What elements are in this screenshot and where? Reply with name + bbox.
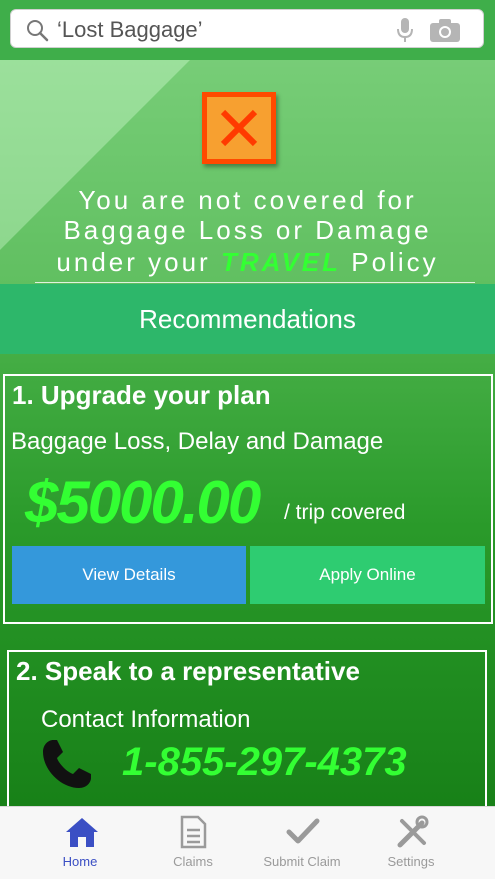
tab-home[interactable]: Home — [25, 807, 135, 879]
tab-claims[interactable]: Claims — [138, 807, 248, 879]
representative-card: 2. Speak to a representative Contact Inf… — [7, 650, 487, 810]
upgrade-plan-title: 1. Upgrade your plan — [12, 380, 271, 410]
tab-settings-label: Settings — [387, 854, 435, 869]
search-bar: ‘Lost Baggage’ — [0, 0, 495, 60]
tab-claims-label: Claims — [173, 854, 213, 869]
contact-information-label: Contact Information — [41, 706, 251, 733]
coverage-amount-suffix: / trip covered — [284, 501, 406, 524]
divider — [35, 282, 475, 283]
home-icon — [66, 818, 98, 847]
alert-line-2: Baggage Loss or Damage — [63, 215, 432, 245]
search-input[interactable]: ‘Lost Baggage’ — [10, 9, 484, 48]
checkmark-icon — [286, 818, 320, 844]
phone-number[interactable]: 1-855-297-4373 — [122, 740, 407, 785]
document-icon — [180, 815, 207, 849]
alert-line-3-prefix: under your — [56, 247, 221, 277]
tools-icon — [397, 815, 429, 848]
tab-submit-claim-label: Submit Claim — [263, 854, 341, 869]
tab-home-label: Home — [62, 854, 98, 869]
camera-icon[interactable] — [429, 17, 461, 43]
recommendations-title: Recommendations — [139, 303, 356, 334]
alert-line-1: You are not covered for — [78, 185, 417, 215]
view-details-button[interactable]: View Details — [12, 546, 246, 604]
upgrade-plan-card: 1. Upgrade your plan Baggage Loss, Delay… — [3, 374, 493, 624]
microphone-icon[interactable] — [395, 17, 415, 43]
search-query[interactable]: ‘Lost Baggage’ — [57, 17, 203, 43]
policy-type: TRAVEL — [220, 247, 342, 277]
coverage-amount: $5000.00 — [25, 469, 261, 536]
apply-online-button[interactable]: Apply Online — [250, 546, 485, 604]
coverage-alert: You are not covered for Baggage Loss or … — [0, 60, 495, 284]
phone-icon[interactable] — [39, 736, 95, 792]
bottom-tab-bar: Home Claims Submit Claim Settings — [0, 806, 495, 879]
alert-line-3-suffix: Policy — [341, 247, 439, 277]
tab-settings[interactable]: Settings — [356, 807, 466, 879]
recommendations-header: Recommendations — [0, 284, 495, 354]
representative-title: 2. Speak to a representative — [16, 656, 360, 686]
search-icon[interactable] — [25, 18, 49, 42]
close-x-icon — [202, 92, 276, 164]
coverage-description: Baggage Loss, Delay and Damage — [11, 428, 384, 455]
alert-line-3: under your TRAVEL Policy — [0, 247, 495, 278]
tab-submit-claim[interactable]: Submit Claim — [247, 807, 357, 879]
